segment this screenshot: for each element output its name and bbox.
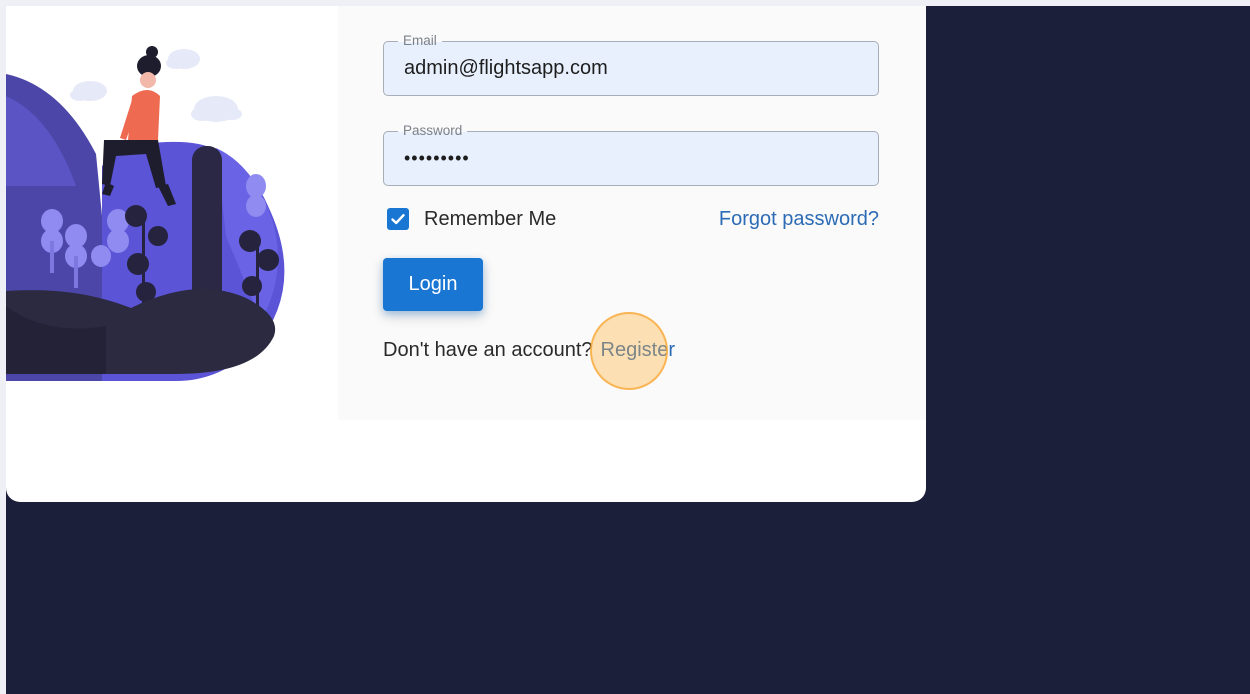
password-field[interactable]: Password •••••••••	[383, 123, 879, 186]
remember-me-label[interactable]: Remember Me	[424, 208, 556, 230]
login-card: Email admin@flightsapp.com Password ••••…	[6, 6, 926, 502]
email-input-value[interactable]: admin@flightsapp.com	[404, 42, 868, 95]
click-highlight-marker	[590, 312, 668, 390]
forgot-password-link[interactable]: Forgot password?	[719, 206, 879, 232]
email-field[interactable]: Email admin@flightsapp.com	[383, 33, 879, 96]
login-button[interactable]: Login	[383, 258, 483, 311]
register-prompt: Don't have an account?	[383, 338, 593, 361]
password-input-value[interactable]: •••••••••	[404, 132, 868, 185]
checkmark-icon	[391, 214, 405, 225]
remember-me-checkbox[interactable]	[387, 208, 409, 230]
person-on-hill-illustration	[6, 46, 285, 381]
